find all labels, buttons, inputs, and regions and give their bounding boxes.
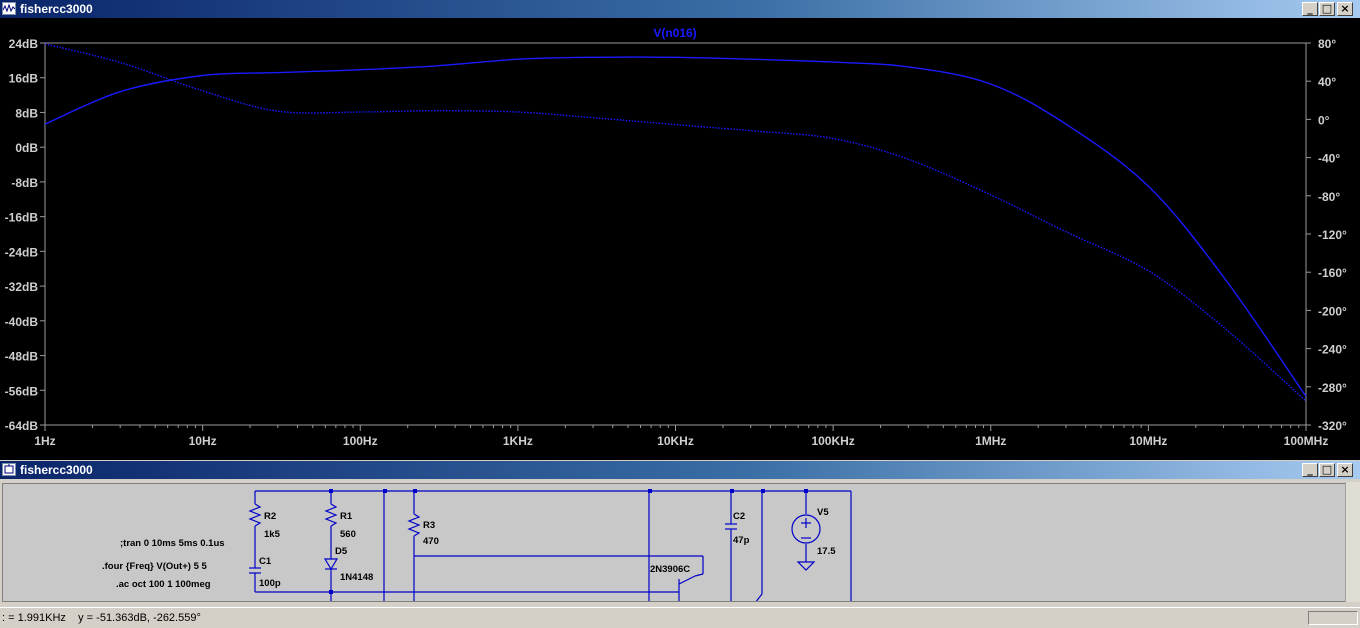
restore-icon: □ [1321, 2, 1333, 15]
x-tick-label: 100MHz [1284, 434, 1329, 448]
r1-ref[interactable]: R1 [340, 511, 353, 522]
minimize-icon: _ [1307, 463, 1313, 476]
schematic-window: ;tran 0 10ms 5ms 0.1us .four {Freq} V(Ou… [0, 480, 1360, 602]
y-right-tick-label: -200° [1318, 304, 1347, 318]
plot-frame [44, 42, 1307, 426]
r1-value[interactable]: 560 [340, 529, 356, 540]
x-tick-label: 1MHz [975, 434, 1006, 448]
y-left-tick-label: -40dB [5, 315, 39, 329]
phase-trace [44, 56, 1307, 397]
trace-label[interactable]: V(n016) [653, 26, 696, 40]
directive-four[interactable]: .four {Freq} V(Out+) 5 5 [102, 561, 207, 572]
plot-window-titlebar[interactable]: fishercc3000 _ □ × [0, 0, 1360, 18]
y-right-tick-label: -320° [1318, 419, 1347, 433]
v5-ref[interactable]: V5 [817, 507, 829, 518]
schematic-icon [2, 463, 16, 476]
restore-icon: □ [1321, 463, 1333, 476]
r2-value[interactable]: 1k5 [264, 529, 281, 540]
y-left-tick-label: -16dB [5, 211, 39, 225]
y-right-tick-label: 80° [1318, 37, 1336, 51]
maximize-button[interactable]: □ [1319, 2, 1335, 16]
close-icon: × [1340, 2, 1350, 15]
schematic-close-button[interactable]: × [1337, 463, 1353, 477]
schematic-canvas[interactable]: ;tran 0 10ms 5ms 0.1us .four {Freq} V(Ou… [2, 483, 1346, 602]
schematic-maximize-button[interactable]: □ [1319, 463, 1335, 477]
y-left-tick-label: -48dB [5, 350, 39, 364]
c1-value[interactable]: 100p [259, 578, 281, 589]
y-left-tick-label: -32dB [5, 280, 39, 294]
d5-ref[interactable]: D5 [335, 546, 348, 557]
y-left-tick-label: 16dB [9, 72, 39, 86]
y-right-tick-label: -80° [1318, 190, 1340, 204]
r3-value[interactable]: 470 [423, 536, 439, 547]
y-left-tick-label: -56dB [5, 384, 39, 398]
close-button[interactable]: × [1337, 2, 1353, 16]
v5-value[interactable]: 17.5 [817, 546, 836, 557]
y-left-tick-label: -8dB [11, 176, 38, 190]
y-left-tick-label: 0dB [15, 141, 38, 155]
plot-pane[interactable]: 24dB 16dB 8dB 0dB -8dB -16dB -24dB -32dB -40dB -4… [0, 18, 1360, 460]
close-icon: × [1340, 463, 1350, 476]
q4-value[interactable]: 2N3906C [650, 564, 690, 575]
plot-window: fishercc3000 _ □ × 24dB 16dB 8dB 0dB -8dB -16… [0, 0, 1360, 460]
directive-tran[interactable]: ;tran 0 10ms 5ms 0.1us [120, 538, 225, 549]
c1-ref[interactable]: C1 [259, 556, 272, 567]
x-tick-label: 100KHz [811, 434, 854, 448]
status-panel [1308, 611, 1358, 625]
schematic-scrollbar[interactable] [1345, 482, 1360, 602]
plot-window-title: fishercc3000 [20, 2, 93, 16]
c2-ref[interactable]: C2 [733, 511, 745, 522]
x-tick-label: 1Hz [34, 434, 55, 448]
status-bar: : = 1.991KHz y = -51.363dB, -262.559° [0, 607, 1360, 627]
magnitude-trace [44, 43, 1307, 402]
directive-ac[interactable]: .ac oct 100 1 100meg [116, 579, 211, 590]
schematic-window-titlebar[interactable]: fishercc3000 _ □ × [0, 461, 1360, 479]
y-right-tick-label: -40° [1318, 152, 1340, 166]
x-tick-label: 100Hz [343, 434, 378, 448]
y-right-tick-label: 40° [1318, 75, 1336, 89]
cursor-readout: : = 1.991KHz y = -51.363dB, -262.559° [2, 612, 201, 624]
y-right-tick-label: -240° [1318, 343, 1347, 357]
schematic-window-title: fishercc3000 [20, 463, 93, 477]
y-left-tick-label: 8dB [15, 106, 38, 120]
x-tick-label: 10Hz [189, 434, 217, 448]
r3-ref[interactable]: R3 [423, 520, 435, 531]
waveform-icon [2, 2, 16, 15]
y-left-tick-label: -24dB [5, 245, 39, 259]
d5-value[interactable]: 1N4148 [340, 572, 373, 583]
c2-value[interactable]: 47p [733, 535, 750, 546]
x-tick-label: 10KHz [657, 434, 694, 448]
schematic-drawing[interactable]: ;tran 0 10ms 5ms 0.1us .four {Freq} V(Ou… [3, 484, 1346, 602]
x-tick-label: 1KHz [503, 434, 533, 448]
y-right-tick-label: 0° [1318, 113, 1330, 127]
y-right-tick-label: -120° [1318, 228, 1347, 242]
minimize-button[interactable]: _ [1302, 2, 1318, 16]
y-right-tick-label: -280° [1318, 381, 1347, 395]
minimize-icon: _ [1307, 2, 1313, 15]
y-left-tick-label: -64dB [5, 419, 39, 433]
y-left-tick-label: 24dB [9, 37, 39, 51]
x-tick-label: 10MHz [1129, 434, 1167, 448]
bode-plot[interactable]: 24dB 16dB 8dB 0dB -8dB -16dB -24dB -32dB -40dB -4… [0, 18, 1360, 460]
y-right-tick-label: -160° [1318, 266, 1347, 280]
r2-ref[interactable]: R2 [264, 511, 276, 522]
schematic-minimize-button[interactable]: _ [1302, 463, 1318, 477]
